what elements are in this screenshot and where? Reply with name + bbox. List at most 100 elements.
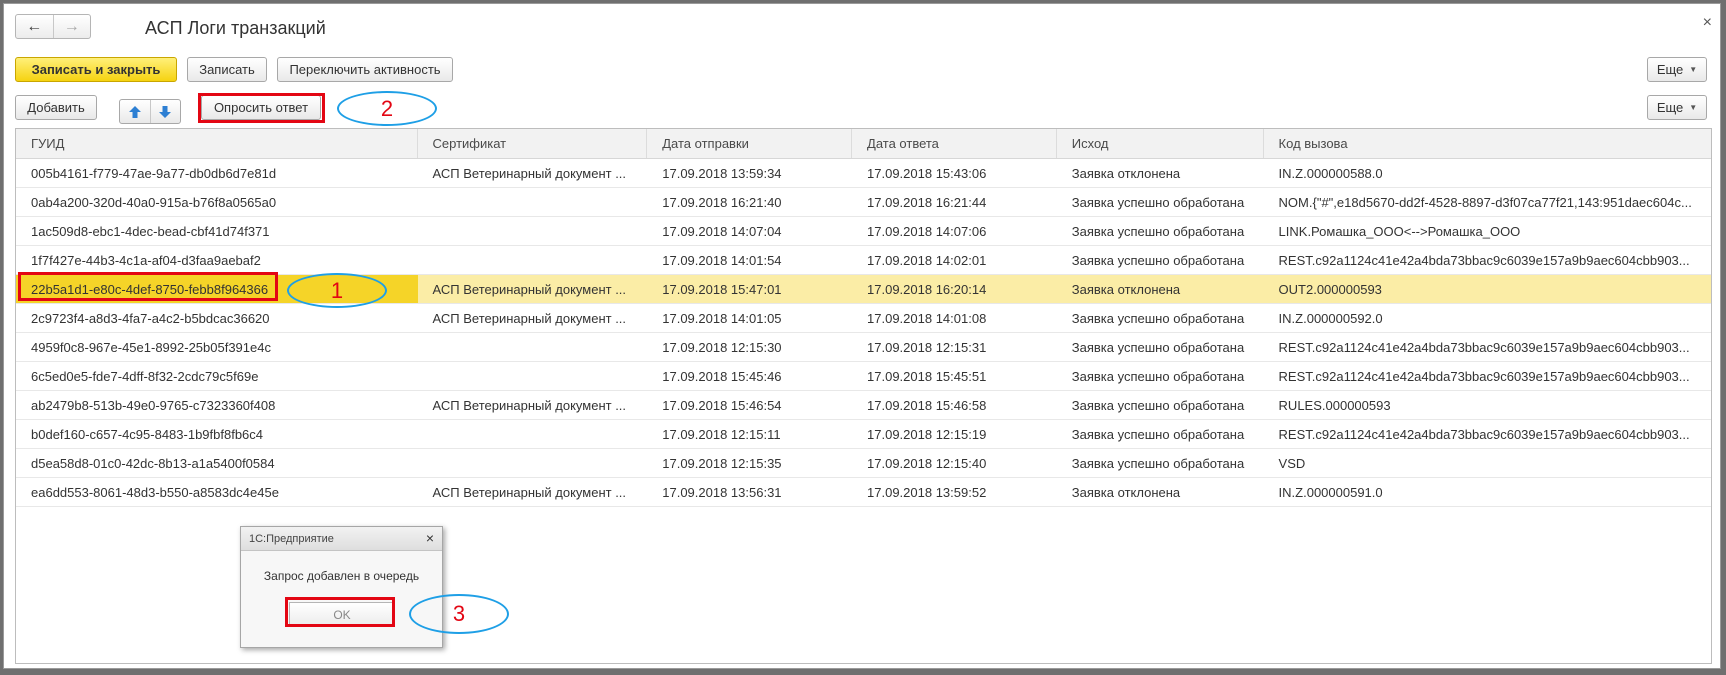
caret-down-icon: ▼	[1689, 103, 1698, 112]
ok-button[interactable]: OK	[289, 602, 395, 627]
save-and-close-button[interactable]: Записать и закрыть	[15, 57, 177, 82]
cell-guid: 2c9723f4-a8d3-4fa7-a4c2-b5bdcac36620	[31, 310, 270, 326]
annotation-number-2: 2	[380, 95, 394, 121]
cell-call-code: RULES.000000593	[1278, 397, 1391, 413]
header-col-certificate[interactable]: Сертификат	[418, 129, 648, 158]
move-buttons	[119, 99, 181, 124]
header-col-result[interactable]: Исход	[1057, 129, 1264, 158]
cell-answer-date: 17.09.2018 16:21:44	[867, 194, 987, 210]
table-row[interactable]: ea6dd553-8061-48d3-b550-a8583dc4e45e АСП …	[16, 478, 1711, 507]
page-title: АСП Логи транзакций	[145, 18, 326, 38]
cell-call-code: REST.c92a1124c41e42a4bda73bbac9c6039e157…	[1278, 252, 1690, 268]
table-header: ГУИД Сертификат Дата отправки Дата ответа Ис…	[16, 129, 1711, 159]
table-row[interactable]: 2c9723f4-a8d3-4fa7-a4c2-b5bdcac36620 АСП …	[16, 304, 1711, 333]
cell-certificate: АСП Ветеринарный документ ...	[432, 484, 627, 500]
cell-call-code: LINK.Ромашка_ООО<-->Ромашка_ООО	[1278, 223, 1521, 239]
cell-result: Заявка успешно обработана	[1071, 339, 1245, 355]
cell-result: Заявка успешно обработана	[1071, 368, 1245, 384]
cell-sent-date: 17.09.2018 13:59:34	[662, 165, 782, 181]
header-col-call-code[interactable]: Код вызова	[1264, 129, 1711, 158]
cell-certificate	[418, 217, 648, 245]
cell-call-code: IN.Z.000000588.0	[1278, 165, 1383, 181]
cell-certificate: АСП Ветеринарный документ ...	[432, 165, 627, 181]
cell-sent-date: 17.09.2018 15:45:46	[662, 368, 782, 384]
cell-call-code: IN.Z.000000592.0	[1278, 310, 1383, 326]
cell-certificate	[418, 449, 648, 477]
cell-sent-date: 17.09.2018 16:21:40	[662, 194, 782, 210]
dialog-title: 1С:Предприятие	[249, 532, 334, 545]
more-button-list[interactable]: Еще ▼	[1647, 95, 1707, 120]
cell-answer-date: 17.09.2018 14:01:08	[867, 310, 987, 326]
close-icon[interactable]: ×	[426, 530, 434, 546]
arrow-left-icon: ←	[26, 17, 43, 35]
form-window: ← → АСП Логи транзакций × Записать и зак…	[3, 3, 1721, 669]
table-row[interactable]: 6c5ed0e5-fde7-4dff-8f32-2cdc79c5f69e 17.0…	[16, 362, 1711, 391]
cell-certificate	[418, 362, 648, 390]
table-row[interactable]: 4959f0c8-967e-45e1-8992-25b05f391e4c 17.0…	[16, 333, 1711, 362]
cell-certificate	[418, 246, 648, 274]
cell-guid: 005b4161-f779-47ae-9a77-db0db6d7e81d	[31, 165, 277, 181]
cell-certificate: АСП Ветеринарный документ ...	[432, 310, 627, 326]
table-row[interactable]: d5ea58d8-01c0-42dc-8b13-a1a5400f0584 17.0…	[16, 449, 1711, 478]
arrow-down-icon	[159, 105, 172, 118]
cell-sent-date: 17.09.2018 14:01:05	[662, 310, 782, 326]
header-col-answer-date[interactable]: Дата ответа	[852, 129, 1057, 158]
nav-buttons: ← →	[15, 14, 91, 39]
table-row[interactable]: b0def160-c657-4c95-8483-1b9fbf8fb6c4 17.0…	[16, 420, 1711, 449]
table-body: 005b4161-f779-47ae-9a77-db0db6d7e81d АСП …	[16, 159, 1711, 507]
table-row[interactable]: ab2479b8-513b-49e0-9765-c7323360f408 АСП …	[16, 391, 1711, 420]
add-button[interactable]: Добавить	[15, 95, 97, 120]
cell-answer-date: 17.09.2018 15:43:06	[867, 165, 987, 181]
cell-result: Заявка успешно обработана	[1071, 223, 1245, 239]
arrow-right-icon: →	[63, 17, 80, 35]
cell-guid: 0ab4a200-320d-40a0-915a-b76f8a0565a0	[31, 194, 277, 210]
cell-answer-date: 17.09.2018 12:15:40	[867, 455, 987, 471]
table-row[interactable]: 1f7f427e-44b3-4c1a-af04-d3faa9aebaf2 17.0…	[16, 246, 1711, 275]
message-dialog: 1С:Предприятие × Запрос добавлен в очере…	[240, 526, 443, 648]
table-row[interactable]: 005b4161-f779-47ae-9a77-db0db6d7e81d АСП …	[16, 159, 1711, 188]
cell-sent-date: 17.09.2018 12:15:35	[662, 455, 782, 471]
table-row[interactable]: 1ac509d8-ebc1-4dec-bead-cbf41d74f371 17.0…	[16, 217, 1711, 246]
header-col-sent-date[interactable]: Дата отправки	[647, 129, 853, 158]
more-button-top[interactable]: Еще ▼	[1647, 57, 1707, 82]
cell-certificate: АСП Ветеринарный документ ...	[432, 281, 627, 297]
cell-answer-date: 17.09.2018 15:45:51	[867, 368, 987, 384]
cell-call-code: VSD	[1278, 455, 1306, 471]
move-up-button[interactable]	[120, 100, 150, 123]
cell-sent-date: 17.09.2018 14:07:04	[662, 223, 782, 239]
cell-call-code: REST.c92a1124c41e42a4bda73bbac9c6039e157…	[1278, 339, 1690, 355]
table-row[interactable]: 0ab4a200-320d-40a0-915a-b76f8a0565a0 17.0…	[16, 188, 1711, 217]
cell-result: Заявка успешно обработана	[1071, 310, 1245, 326]
cell-guid: ea6dd553-8061-48d3-b550-a8583dc4e45e	[31, 484, 279, 500]
cell-result: Заявка успешно обработана	[1071, 455, 1245, 471]
cell-sent-date: 17.09.2018 14:01:54	[662, 252, 782, 268]
cell-certificate: АСП Ветеринарный документ ...	[432, 397, 627, 413]
cell-sent-date: 17.09.2018 13:56:31	[662, 484, 782, 500]
cell-guid: 6c5ed0e5-fde7-4dff-8f32-2cdc79c5f69e	[31, 368, 259, 384]
arrow-up-icon	[128, 105, 141, 118]
cell-guid: ab2479b8-513b-49e0-9765-c7323360f408	[31, 397, 276, 413]
header-col-guid[interactable]: ГУИД	[16, 129, 418, 158]
cell-sent-date: 17.09.2018 12:15:30	[662, 339, 782, 355]
cell-answer-date: 17.09.2018 12:15:31	[867, 339, 987, 355]
cell-answer-date: 17.09.2018 15:46:58	[867, 397, 987, 413]
annotation-ellipse-2: 2	[337, 91, 437, 126]
table-row[interactable]: 22b5a1d1-e80c-4def-8750-febb8f964366 АСП …	[16, 275, 1711, 304]
cell-guid: 4959f0c8-967e-45e1-8992-25b05f391e4c	[31, 339, 271, 355]
cell-call-code: REST.c92a1124c41e42a4bda73bbac9c6039e157…	[1278, 368, 1690, 384]
cell-result: Заявка успешно обработана	[1071, 426, 1245, 442]
forward-button[interactable]: →	[52, 15, 91, 38]
move-down-button[interactable]	[149, 100, 181, 123]
toggle-activity-button[interactable]: Переключить активность	[277, 57, 453, 82]
save-button[interactable]: Записать	[187, 57, 267, 82]
caret-down-icon: ▼	[1689, 65, 1698, 74]
request-answer-button[interactable]: Опросить ответ	[201, 95, 321, 120]
cell-result: Заявка успешно обработана	[1071, 397, 1245, 413]
close-icon[interactable]: ×	[1703, 14, 1712, 32]
back-button[interactable]: ←	[16, 15, 53, 38]
dialog-title-bar: 1С:Предприятие ×	[241, 527, 442, 551]
cell-result: Заявка отклонена	[1071, 281, 1181, 297]
cell-answer-date: 17.09.2018 14:02:01	[867, 252, 987, 268]
cell-answer-date: 17.09.2018 14:07:06	[867, 223, 987, 239]
cell-guid: 1ac509d8-ebc1-4dec-bead-cbf41d74f371	[31, 223, 270, 239]
